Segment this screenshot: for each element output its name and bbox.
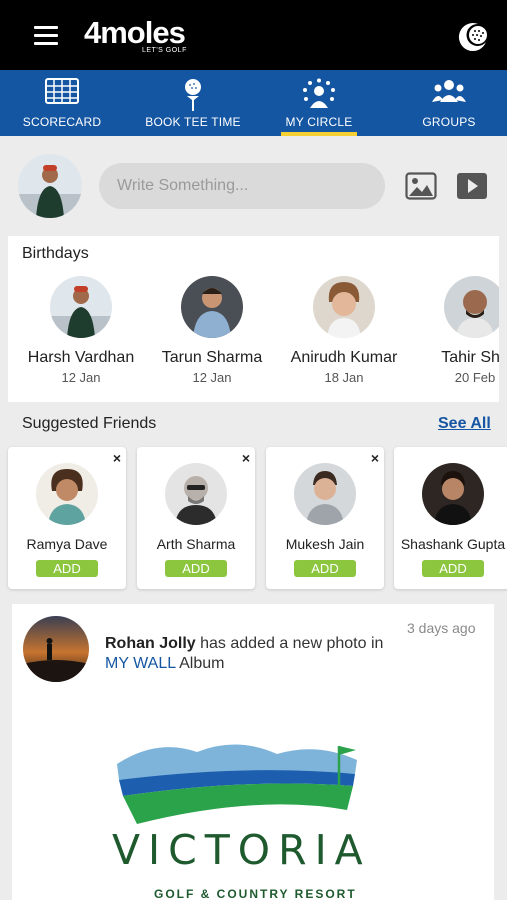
close-icon[interactable]: ×: [371, 450, 379, 466]
suggested-name: Mukesh Jain: [285, 536, 365, 552]
close-icon[interactable]: ×: [242, 450, 250, 466]
avatar[interactable]: [36, 463, 98, 525]
avatar: [444, 276, 499, 338]
post-action: has added a new photo in: [195, 635, 384, 652]
victoria-title: VICTORIA: [112, 826, 371, 874]
birthdays-card: Birthdays Harsh Vardhan 12 Jan Tarun Sha…: [8, 236, 499, 402]
nav-tabs: SCORECARD BOOK TEE TIME MY CIRCLE GROUPS: [0, 70, 507, 136]
suggested-name: Shashank Gupta: [400, 536, 506, 552]
circle-people-icon: [303, 78, 335, 108]
suggested-friend-card: × Mukesh Jain ADD: [266, 447, 384, 589]
avatar: [50, 276, 112, 338]
avatar[interactable]: [422, 463, 484, 525]
birthday-name: Tarun Sharma: [161, 349, 263, 366]
victoria-logo-image[interactable]: [107, 734, 377, 829]
suggested-name: Ramya Dave: [26, 536, 108, 552]
birthday-item[interactable]: Anirudh Kumar 18 Jan: [279, 276, 409, 385]
birthday-item[interactable]: Tarun Sharma 12 Jan: [147, 276, 277, 385]
suggested-friend-card: × Arth Sharma ADD: [137, 447, 255, 589]
add-friend-button[interactable]: ADD: [36, 560, 98, 577]
see-all-link[interactable]: See All: [438, 415, 491, 433]
album-link[interactable]: MY WALL: [105, 655, 176, 672]
groups-icon: [432, 80, 466, 102]
birthday-date: 20 Feb: [454, 370, 496, 385]
add-friend-button[interactable]: ADD: [294, 560, 356, 577]
avatar: [313, 276, 375, 338]
suggested-friend-card: × Ramya Dave ADD: [8, 447, 126, 589]
scorecard-icon: [45, 78, 79, 104]
birthday-name: Tahir Sha: [441, 349, 499, 366]
birthday-name: Anirudh Kumar: [290, 349, 398, 366]
birthday-date: 12 Jan: [61, 370, 101, 385]
birthday-item[interactable]: Tahir Sha 20 Feb: [410, 276, 499, 385]
video-icon[interactable]: [456, 172, 488, 200]
tab-my-circle-label: MY CIRCLE: [285, 115, 353, 129]
add-friend-button[interactable]: ADD: [165, 560, 227, 577]
top-app-bar: 4moles LET'S GOLF: [0, 0, 507, 70]
tab-groups-label: GROUPS: [422, 115, 476, 129]
avatar[interactable]: [165, 463, 227, 525]
tab-scorecard[interactable]: SCORECARD: [15, 70, 109, 136]
tab-book-tee-time-label: BOOK TEE TIME: [145, 115, 241, 129]
avatar[interactable]: [294, 463, 356, 525]
suggested-friends-title: Suggested Friends: [22, 415, 157, 432]
menu-icon[interactable]: [34, 26, 58, 46]
album-suffix: Album: [175, 655, 225, 672]
tab-my-circle[interactable]: MY CIRCLE: [269, 70, 369, 136]
close-icon[interactable]: ×: [113, 450, 121, 466]
golf-tee-icon: [185, 79, 201, 111]
tab-scorecard-label: SCORECARD: [22, 115, 102, 129]
birthday-name: Harsh Vardhan: [27, 349, 135, 366]
post-text: Rohan Jolly has added a new photo in MY …: [105, 634, 405, 674]
active-tab-indicator: [281, 132, 357, 136]
golf-ball-icon[interactable]: [454, 20, 490, 54]
write-something-input[interactable]: Write Something...: [99, 163, 385, 209]
post-timestamp: 3 days ago: [407, 620, 476, 636]
add-friend-button[interactable]: ADD: [422, 560, 484, 577]
avatar[interactable]: [23, 616, 89, 682]
app-logo: 4moles: [84, 15, 186, 50]
suggested-name: Arth Sharma: [156, 536, 236, 552]
app-tagline: LET'S GOLF: [142, 47, 187, 54]
tab-groups[interactable]: GROUPS: [404, 70, 494, 136]
feed-post: Rohan Jolly has added a new photo in MY …: [12, 604, 494, 900]
birthday-date: 18 Jan: [324, 370, 364, 385]
my-avatar[interactable]: [18, 154, 82, 218]
victoria-subtitle: GOLF & COUNTRY RESORT: [154, 887, 357, 900]
tab-book-tee-time[interactable]: BOOK TEE TIME: [143, 70, 243, 136]
suggested-friend-card: Shashank Gupta ADD: [394, 447, 507, 589]
birthday-date: 12 Jan: [192, 370, 232, 385]
photo-icon[interactable]: [405, 172, 437, 200]
avatar: [181, 276, 243, 338]
post-author[interactable]: Rohan Jolly: [105, 635, 196, 652]
birthdays-title: Birthdays: [22, 245, 89, 262]
birthday-item[interactable]: Harsh Vardhan 12 Jan: [16, 276, 146, 385]
